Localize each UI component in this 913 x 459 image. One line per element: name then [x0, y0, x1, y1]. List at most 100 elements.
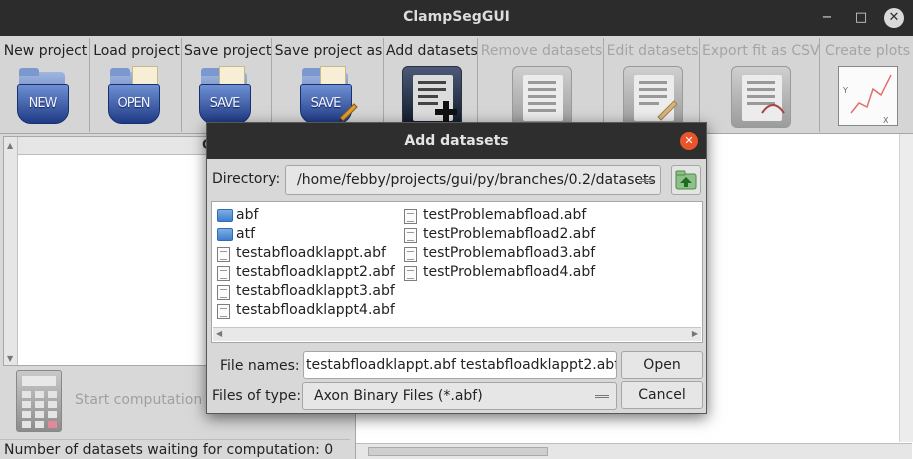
file-names-input[interactable]: testabfloadklappt.abf testabfloadklappt2…	[303, 351, 617, 379]
folder-item[interactable]: atf	[215, 225, 395, 244]
file-column-1: abf atf testabfloadklappt.abf testabfloadkl…	[215, 206, 395, 320]
file-item[interactable]: testabfloadklappt3.abf	[215, 282, 395, 301]
file-names-label: File names:	[220, 358, 300, 374]
minimize-button[interactable]: −	[817, 8, 837, 28]
new-project-button[interactable]: New project NEW	[2, 38, 90, 132]
main-toolbar: New project NEW Load project OPEN Save p…	[0, 36, 913, 134]
dropdown-icon	[639, 179, 653, 182]
new-icon-text: NEW	[28, 96, 58, 111]
calculator-icon	[16, 370, 62, 432]
file-name: testabfloadklappt3.abf	[236, 283, 395, 299]
scroll-down-arrow-icon[interactable]: ▼	[7, 354, 13, 363]
file-icon	[404, 209, 417, 224]
file-name: testabfloadklappt.abf	[236, 245, 386, 261]
scroll-right-arrow-icon[interactable]: ▶	[692, 329, 698, 338]
export-document-icon	[730, 66, 791, 128]
export-fit-csv-label: Export fit as CSV	[702, 43, 820, 59]
dialog-title: Add datasets	[207, 123, 706, 159]
file-name: atf	[236, 226, 255, 242]
file-list[interactable]: abf atf testabfloadklappt.abf testabfloadkl…	[211, 201, 703, 343]
file-icon	[217, 266, 230, 281]
save-icon-text: SAVE	[209, 96, 241, 111]
export-fit-csv-button[interactable]: Export fit as CSV	[702, 38, 820, 132]
folder-item[interactable]: abf	[215, 206, 395, 225]
files-of-type-select[interactable]: Axon Binary Files (*.abf)	[302, 382, 617, 410]
parent-directory-button[interactable]	[671, 165, 701, 195]
file-item[interactable]: testProblemabfload4.abf	[402, 263, 595, 282]
edit-datasets-button[interactable]: Edit datasets	[606, 38, 700, 132]
file-item[interactable]: testabfloadklappt4.abf	[215, 301, 395, 320]
save-project-as-label: Save project as	[274, 43, 383, 59]
directory-value: /home/febby/projects/gui/py/branches/0.2…	[297, 172, 656, 188]
results-vertical-scrollbar[interactable]	[899, 134, 913, 442]
file-name: testProblemabfload.abf	[423, 207, 587, 223]
file-name: abf	[236, 207, 259, 223]
file-item[interactable]: testabfloadklappt2.abf	[215, 263, 395, 282]
cancel-button[interactable]: Cancel	[621, 381, 703, 409]
file-icon	[217, 285, 230, 300]
files-of-type-label: Files of type:	[212, 388, 302, 404]
window-title: ClampSegGUI	[403, 9, 510, 25]
files-of-type-value: Axon Binary Files (*.abf)	[314, 388, 483, 404]
file-icon	[404, 266, 417, 281]
edit-datasets-label: Edit datasets	[606, 43, 699, 59]
file-icon	[217, 304, 230, 319]
file-name: testProblemabfload2.abf	[423, 226, 596, 242]
dataset-list-scrollbar[interactable]: ▲ ▼	[4, 137, 18, 365]
results-scroll-thumb[interactable]	[368, 447, 548, 456]
open-icon-text: OPEN	[117, 96, 150, 111]
save-project-button[interactable]: Save project SAVE	[184, 38, 272, 132]
remove-datasets-label: Remove datasets	[480, 43, 603, 59]
file-name: testProblemabfload3.abf	[423, 245, 596, 261]
open-button[interactable]: Open	[621, 351, 703, 379]
open-folder-icon: OPEN	[107, 66, 166, 126]
file-item[interactable]: testabfloadklappt.abf	[215, 244, 395, 263]
file-item[interactable]: testProblemabfload.abf	[402, 206, 595, 225]
directory-combo[interactable]: /home/febby/projects/gui/py/branches/0.2…	[285, 165, 661, 195]
file-name: testabfloadklappt4.abf	[236, 302, 395, 318]
file-icon	[404, 228, 417, 243]
remove-document-icon	[511, 66, 572, 128]
file-icon	[404, 247, 417, 262]
folder-up-icon	[675, 170, 697, 190]
save-project-as-button[interactable]: Save project as SAVE	[274, 38, 384, 132]
file-name: testabfloadklappt2.abf	[236, 264, 395, 280]
plot-icon-x-label: X	[883, 116, 889, 125]
new-project-label: New project	[3, 43, 88, 59]
window-close-button[interactable]: ✕	[884, 8, 904, 28]
plot-icon-y-label: Y	[842, 86, 848, 95]
results-horizontal-scrollbar[interactable]	[356, 443, 912, 459]
plot-chart-icon: Y X	[837, 66, 898, 126]
directory-label: Directory:	[212, 171, 281, 187]
file-item[interactable]: testProblemabfload3.abf	[402, 244, 595, 263]
add-datasets-dialog: Add datasets ✕ Directory: /home/febby/pr…	[206, 122, 707, 414]
file-list-scrollbar[interactable]: ◀ ▶	[213, 327, 701, 341]
dialog-close-button[interactable]: ✕	[680, 132, 698, 150]
new-folder-icon: NEW	[16, 66, 75, 126]
remove-datasets-button[interactable]: Remove datasets	[480, 38, 604, 132]
save-as-folder-icon: SAVE	[299, 66, 358, 126]
dropdown-icon	[595, 395, 609, 398]
file-name: testProblemabfload4.abf	[423, 264, 596, 280]
edit-document-icon	[622, 66, 683, 128]
start-computation-button[interactable]: Start computation for	[75, 392, 226, 408]
folder-icon	[217, 209, 233, 222]
file-icon	[217, 247, 230, 262]
window-titlebar: ClampSegGUI − □ ✕	[0, 0, 913, 36]
maximize-button[interactable]: □	[851, 8, 871, 28]
create-plots-label: Create plots	[824, 43, 911, 59]
create-plots-button[interactable]: Create plots Y X	[822, 38, 913, 132]
save-project-label: Save project	[184, 43, 272, 59]
add-document-icon	[401, 66, 462, 128]
scroll-up-arrow-icon[interactable]: ▲	[7, 141, 13, 150]
status-bar: Number of datasets waiting for computati…	[0, 439, 350, 459]
add-datasets-button[interactable]: Add datasets	[386, 38, 478, 132]
scroll-left-arrow-icon[interactable]: ◀	[216, 329, 222, 338]
pencil-icon	[338, 103, 358, 122]
file-item[interactable]: testProblemabfload2.abf	[402, 225, 595, 244]
file-column-2: testProblemabfload.abf testProblemabfload…	[402, 206, 595, 282]
load-project-button[interactable]: Load project OPEN	[92, 38, 182, 132]
add-datasets-label: Add datasets	[386, 43, 478, 59]
save-folder-icon: SAVE	[198, 66, 257, 126]
folder-icon	[217, 228, 233, 241]
